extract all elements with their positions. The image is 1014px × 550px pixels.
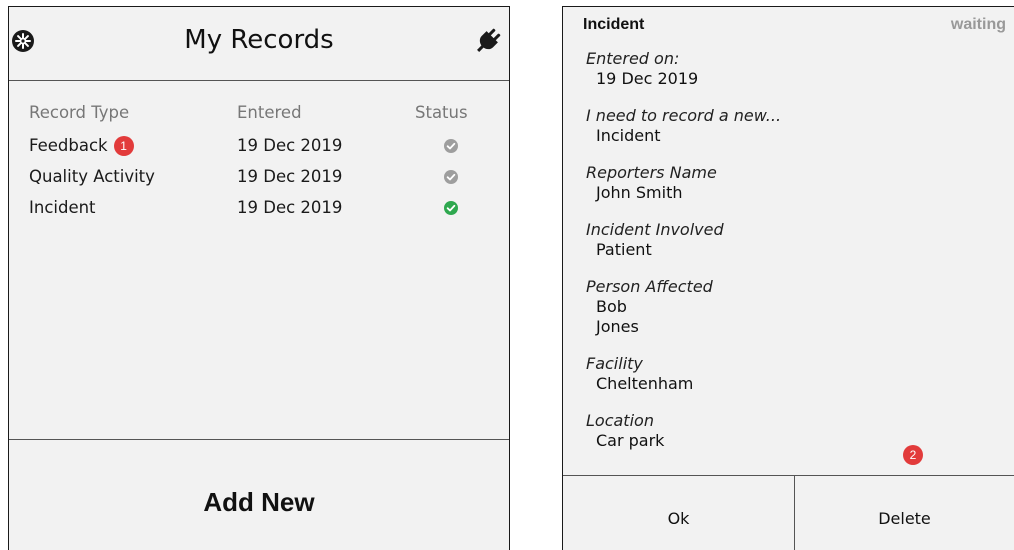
plug-icon[interactable] xyxy=(473,26,503,56)
table-header-row: Record Type Entered Status xyxy=(29,103,489,136)
check-circle-icon xyxy=(444,139,458,153)
column-header-entered: Entered xyxy=(237,103,302,122)
field-label: Person Affected xyxy=(586,277,713,296)
my-records-panel: My Records Record Type Entered Status Fe… xyxy=(8,6,510,550)
field-label: I need to record a new... xyxy=(586,106,782,125)
records-table: Record Type Entered Status Feedback 1 19 … xyxy=(29,103,489,229)
delete-button-label: Delete xyxy=(878,509,931,528)
add-new-button[interactable]: Add New xyxy=(9,439,509,550)
field-label: Reporters Name xyxy=(586,163,717,182)
field-label: Entered on: xyxy=(586,49,680,68)
field-value: Cheltenham xyxy=(596,374,694,393)
add-new-label: Add New xyxy=(203,487,315,517)
page-title: My Records xyxy=(184,25,334,55)
field-record-type: I need to record a new... Incident xyxy=(586,106,781,146)
field-value: John Smith xyxy=(596,183,683,202)
field-label: Incident Involved xyxy=(586,220,724,239)
field-person-affected: Person Affected Bob Jones xyxy=(586,277,713,337)
field-entered-on: Entered on: 19 Dec 2019 xyxy=(586,49,698,89)
record-type-label: Quality Activity xyxy=(29,167,155,186)
field-facility: Facility Cheltenham xyxy=(586,354,693,394)
record-type-cell: Feedback 1 xyxy=(29,136,134,156)
incident-detail-panel: Incident waiting Entered on: 19 Dec 2019… xyxy=(562,6,1014,550)
record-type-label: Incident xyxy=(29,198,96,217)
field-label: Location xyxy=(586,411,654,430)
table-row[interactable]: Incident 19 Dec 2019 xyxy=(29,198,489,229)
records-header: My Records xyxy=(9,7,509,81)
field-reporters-name: Reporters Name John Smith xyxy=(586,163,717,203)
detail-title: Incident xyxy=(583,16,645,33)
field-value: Patient xyxy=(596,240,652,259)
entered-date-cell: 19 Dec 2019 xyxy=(237,198,343,217)
status-text: waiting xyxy=(950,16,1006,33)
entered-date-cell: 19 Dec 2019 xyxy=(237,167,343,186)
field-value: 19 Dec 2019 xyxy=(596,69,699,88)
callout-badge: 2 xyxy=(903,445,923,465)
delete-button[interactable]: Delete xyxy=(795,476,1014,550)
table-row[interactable]: Quality Activity 19 Dec 2019 xyxy=(29,167,489,198)
field-label: Facility xyxy=(586,354,643,373)
record-type-label: Feedback xyxy=(29,136,108,155)
field-value: Jones xyxy=(596,317,639,336)
column-header-status: Status xyxy=(415,103,468,122)
dialog-footer: Ok Delete xyxy=(563,475,1014,550)
table-row[interactable]: Feedback 1 19 Dec 2019 xyxy=(29,136,489,167)
ok-button-label: Ok xyxy=(667,509,690,528)
field-value: Bob xyxy=(596,297,627,316)
field-incident-involved: Incident Involved Patient xyxy=(586,220,724,260)
check-circle-icon xyxy=(444,170,458,184)
entered-date-cell: 19 Dec 2019 xyxy=(237,136,343,155)
ok-button[interactable]: Ok xyxy=(563,476,795,550)
field-value: Car park xyxy=(596,431,665,450)
field-value: Incident xyxy=(596,126,661,145)
field-location: Location Car park xyxy=(586,411,664,451)
notification-badge: 1 xyxy=(113,136,134,156)
check-circle-icon xyxy=(444,201,458,215)
column-header-record-type: Record Type xyxy=(29,103,130,122)
